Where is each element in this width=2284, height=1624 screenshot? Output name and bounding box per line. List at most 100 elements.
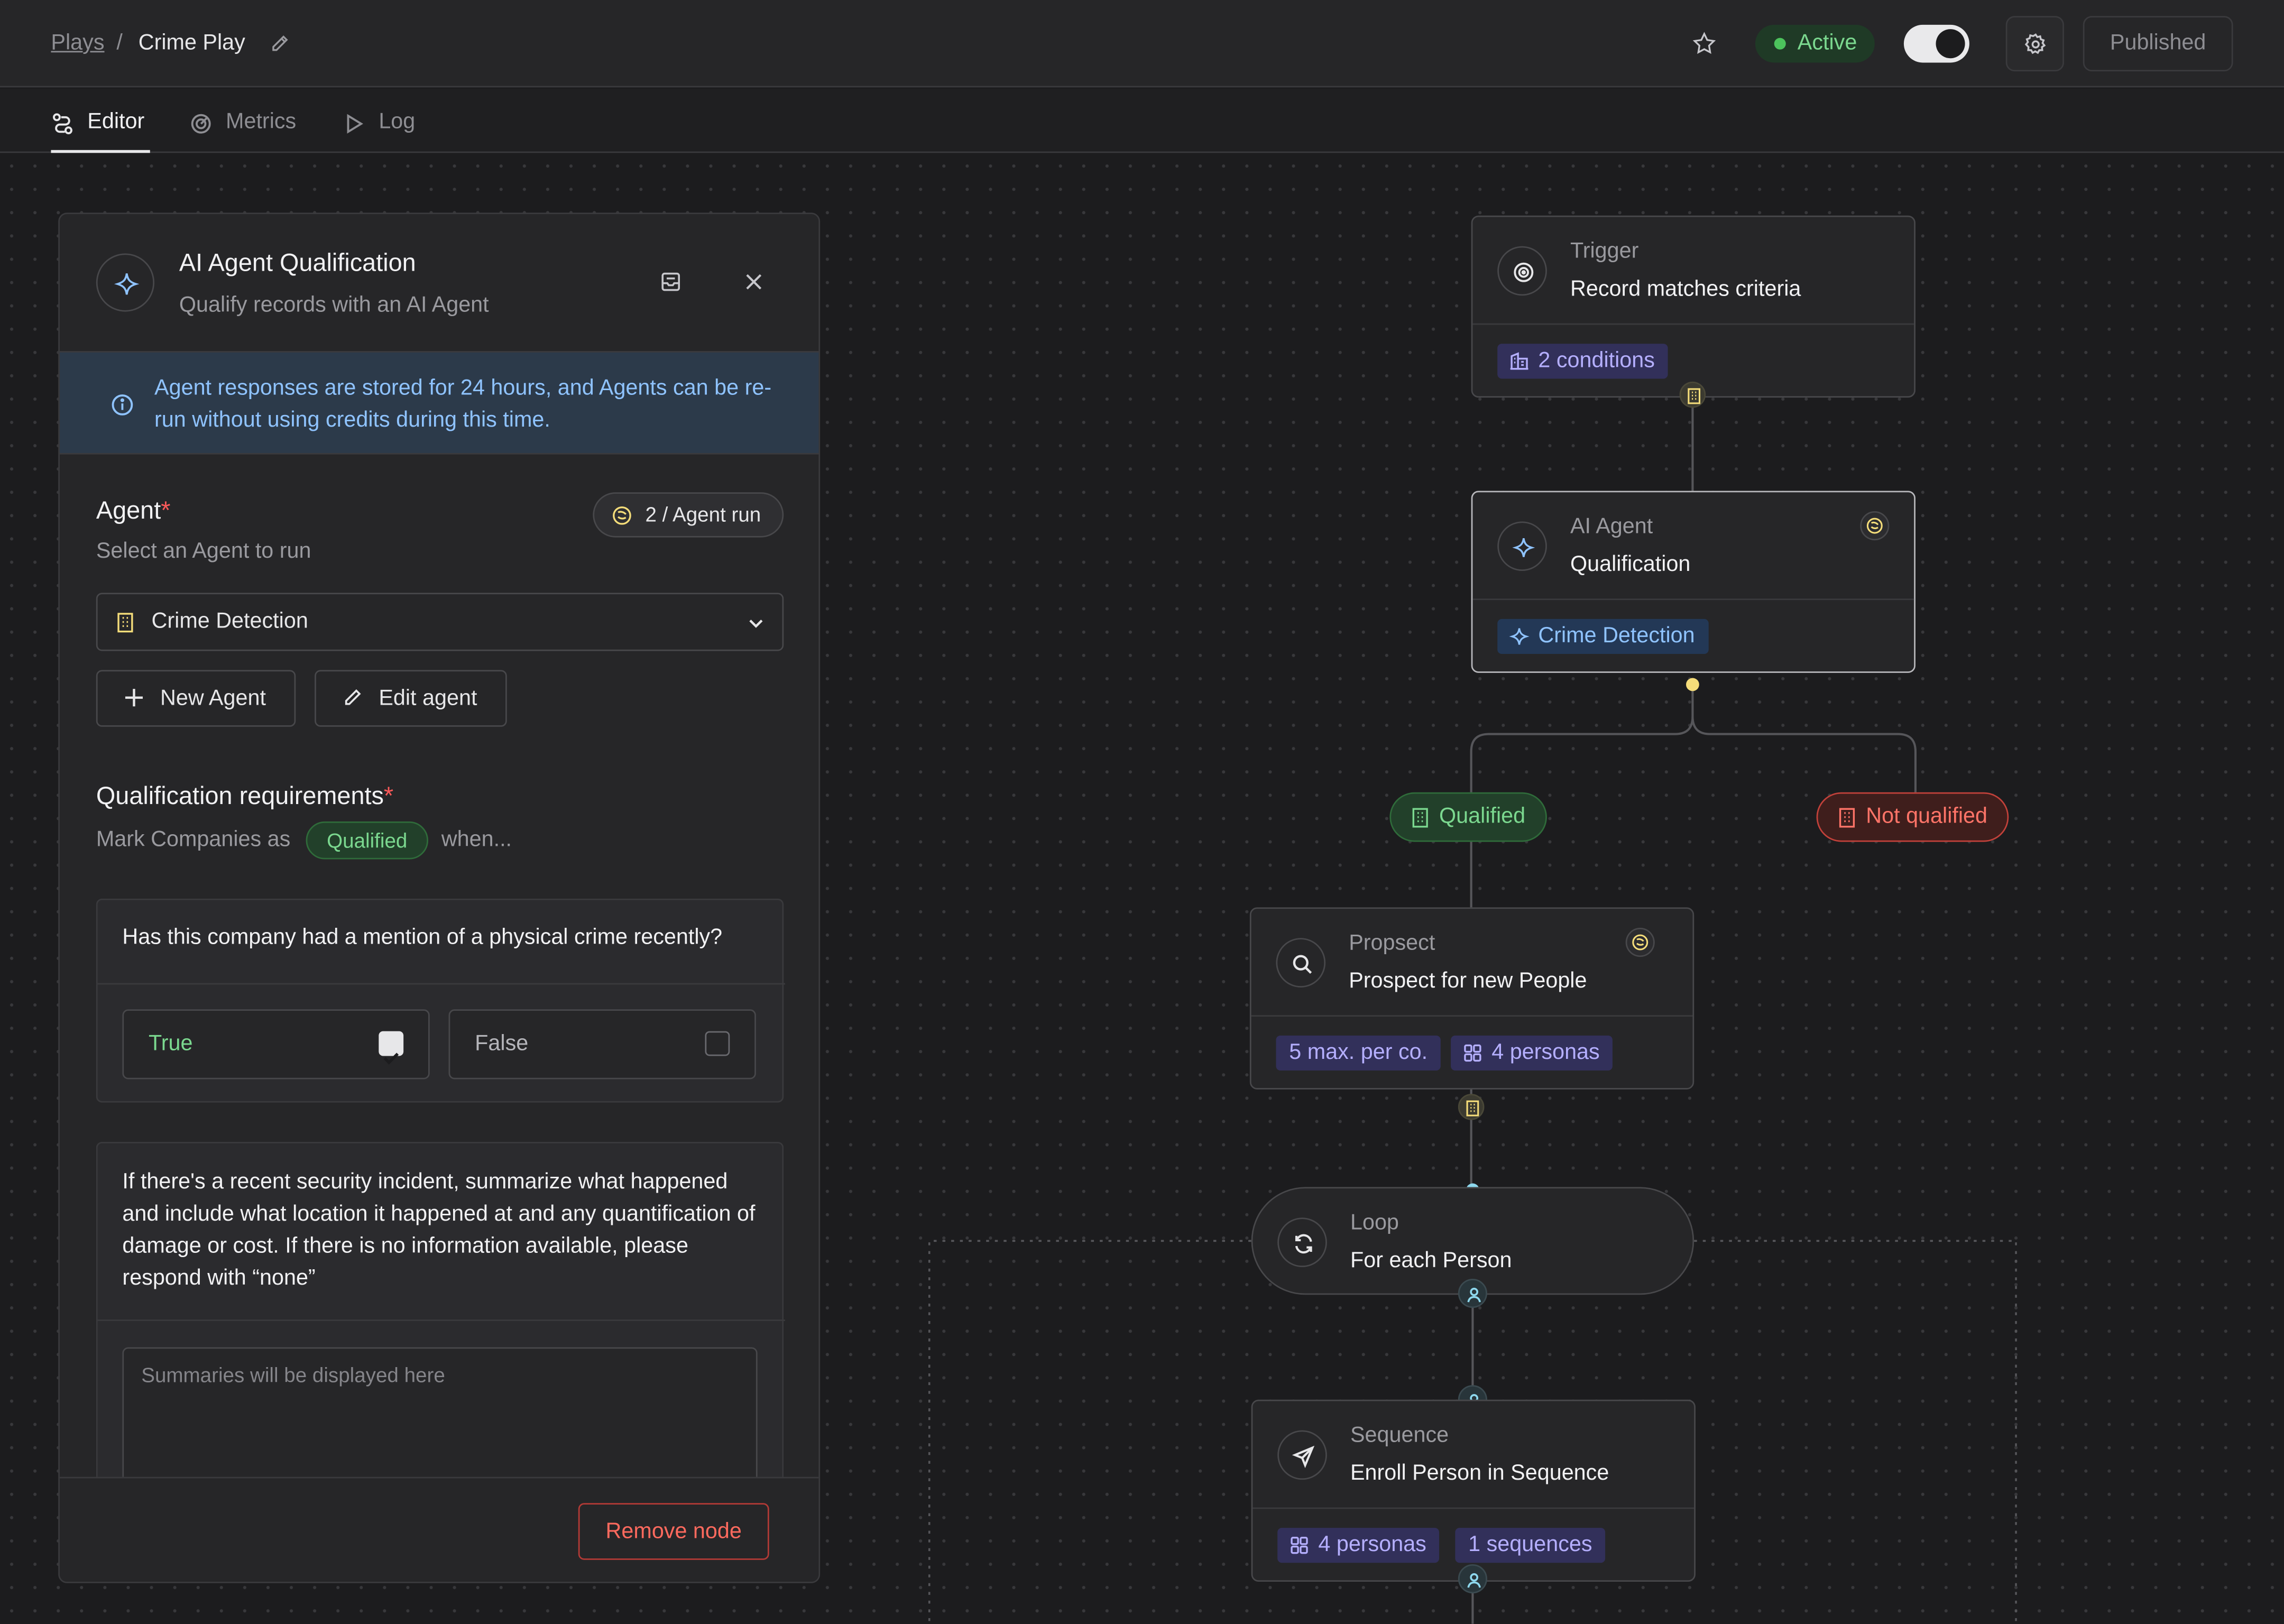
ai-agent-node[interactable]: AI Agent Qualification Crime Detection: [1471, 491, 1915, 673]
buildings-icon: [1510, 352, 1528, 370]
required-marker: *: [161, 496, 171, 524]
credit-coin-icon: [613, 506, 631, 525]
info-icon: [112, 394, 133, 416]
ai-agent-node-name: Qualification: [1570, 552, 1691, 577]
prospect-node[interactable]: Propsect Prospect for new People 5 max. …: [1249, 907, 1694, 1090]
prospect-node-type: Propsect: [1349, 930, 1435, 956]
person-connector: [1458, 1564, 1487, 1594]
panel-footer: Remove node: [59, 1477, 819, 1582]
grid-icon: [1464, 1044, 1481, 1062]
credit-cost-text: 2 / Agent run: [645, 502, 761, 526]
credit-coin-icon: [1632, 934, 1648, 951]
send-icon: [1292, 1445, 1315, 1469]
search-icon: [1293, 955, 1312, 974]
summary-output-field[interactable]: Summaries will be displayed here: [122, 1347, 758, 1493]
divider: [1251, 1015, 1693, 1017]
credit-cost-badge: 2 / Agent run: [593, 492, 784, 538]
option-true[interactable]: True: [122, 1009, 430, 1079]
info-banner-text: Agent responses are stored for 24 hours,…: [154, 375, 772, 433]
sequence-node[interactable]: Sequence Enroll Person in Sequence 4 per…: [1251, 1399, 1696, 1582]
option-true-label: True: [149, 1031, 193, 1056]
grid-icon: [1291, 1537, 1308, 1554]
trigger-node-icon-wrap: [1497, 246, 1547, 296]
person-icon: [1467, 1573, 1481, 1588]
divider: [1472, 323, 1914, 325]
pencil-icon: [345, 689, 361, 705]
refresh-icon: [1295, 1234, 1312, 1254]
building-icon: [1412, 808, 1428, 828]
company-connector: [1679, 381, 1706, 408]
credit-indicator: [1860, 511, 1890, 541]
summary-placeholder: Summaries will be displayed here: [141, 1363, 445, 1387]
true-checkbox[interactable]: [379, 1031, 404, 1065]
trigger-node-name: Record matches criteria: [1570, 276, 1801, 302]
building-icon: [1688, 388, 1701, 404]
loop-node-icon-wrap: [1277, 1217, 1327, 1267]
mark-suffix-text: when...: [441, 827, 512, 852]
loop-node-type: Loop: [1350, 1210, 1399, 1235]
required-marker: *: [383, 782, 394, 810]
max-per-company-tag[interactable]: 5 max. per co.: [1276, 1035, 1441, 1071]
archive-icon[interactable]: [660, 271, 681, 292]
not-qualified-branch[interactable]: Not qualified: [1816, 792, 2010, 842]
personas-tag-label: 4 personas: [1491, 1040, 1600, 1065]
conditions-tag[interactable]: 2 conditions: [1497, 344, 1668, 379]
panel-subtitle: Qualify records with an AI Agent: [179, 292, 489, 318]
building-icon: [1839, 808, 1855, 828]
new-agent-button[interactable]: New Agent: [96, 670, 296, 727]
edit-agent-label: Edit agent: [379, 686, 477, 711]
qualification-label: Qualification requirements*: [96, 782, 393, 811]
checkmark-icon: [383, 1053, 399, 1065]
edit-agent-button[interactable]: Edit agent: [315, 670, 507, 727]
agent-select-value: Crime Detection: [151, 608, 308, 634]
close-icon[interactable]: [743, 271, 765, 292]
divider: [1252, 1507, 1694, 1509]
remove-node-button[interactable]: Remove node: [578, 1503, 769, 1560]
agent-select[interactable]: Crime Detection: [96, 593, 784, 651]
sequence-node-type: Sequence: [1350, 1423, 1449, 1448]
ai-agent-node-type: AI Agent: [1570, 514, 1653, 539]
credit-indicator: [1625, 927, 1655, 957]
agent-label: Agent*: [96, 496, 171, 525]
qualified-pill: Qualified: [306, 821, 428, 860]
agent-tag[interactable]: Crime Detection: [1497, 619, 1708, 654]
app-window: Plays / Crime Play Active Published Edit…: [0, 0, 2284, 1624]
panel-title: AI Agent Qualification: [179, 249, 416, 277]
divider: [97, 983, 785, 985]
person-icon: [1467, 1287, 1481, 1303]
sparkle-icon: [1512, 538, 1535, 557]
building-icon: [1466, 1100, 1479, 1116]
agent-tag-label: Crime Detection: [1538, 623, 1695, 649]
summary-prompt-text: If there's a recent security incident, s…: [122, 1169, 756, 1291]
sequence-personas-label: 4 personas: [1318, 1532, 1426, 1557]
target-icon: [1514, 262, 1534, 282]
personas-tag[interactable]: 4 personas: [1451, 1035, 1613, 1071]
qualified-branch[interactable]: Qualified: [1389, 792, 1548, 842]
divider: [97, 1320, 785, 1321]
qualification-label-text: Qualification requirements: [96, 782, 384, 810]
ai-agent-node-icon-wrap: [1497, 521, 1547, 571]
prospect-node-icon-wrap: [1276, 938, 1326, 988]
agent-sparkle-badge: [96, 253, 155, 312]
question-text: Has this company had a mention of a phys…: [122, 925, 723, 950]
plus-icon: [125, 689, 143, 707]
company-connector: [1458, 1094, 1485, 1120]
not-qualified-branch-label: Not qualified: [1866, 804, 1988, 829]
agent-label-text: Agent: [96, 496, 161, 524]
agent-sublabel: Select an Agent to run: [96, 539, 311, 564]
sequence-node-name: Enroll Person in Sequence: [1350, 1461, 1609, 1486]
option-false-label: False: [475, 1031, 529, 1056]
sequence-node-icon-wrap: [1277, 1430, 1327, 1480]
sequence-personas-tag[interactable]: 4 personas: [1277, 1528, 1440, 1563]
new-agent-label: New Agent: [160, 686, 266, 711]
mark-prefix-text: Mark Companies as: [96, 827, 291, 852]
building-icon: [117, 613, 133, 633]
false-checkbox[interactable]: [705, 1031, 730, 1056]
sequences-tag[interactable]: 1 sequences: [1455, 1528, 1606, 1563]
conditions-tag-label: 2 conditions: [1538, 348, 1655, 373]
option-false[interactable]: False: [448, 1009, 756, 1079]
loop-node-name: For each Person: [1350, 1248, 1512, 1273]
chevron-down-icon: [749, 620, 763, 628]
trigger-node[interactable]: Trigger Record matches criteria 2 condit…: [1471, 215, 1915, 398]
summary-card: If there's a recent security incident, s…: [96, 1141, 785, 1493]
